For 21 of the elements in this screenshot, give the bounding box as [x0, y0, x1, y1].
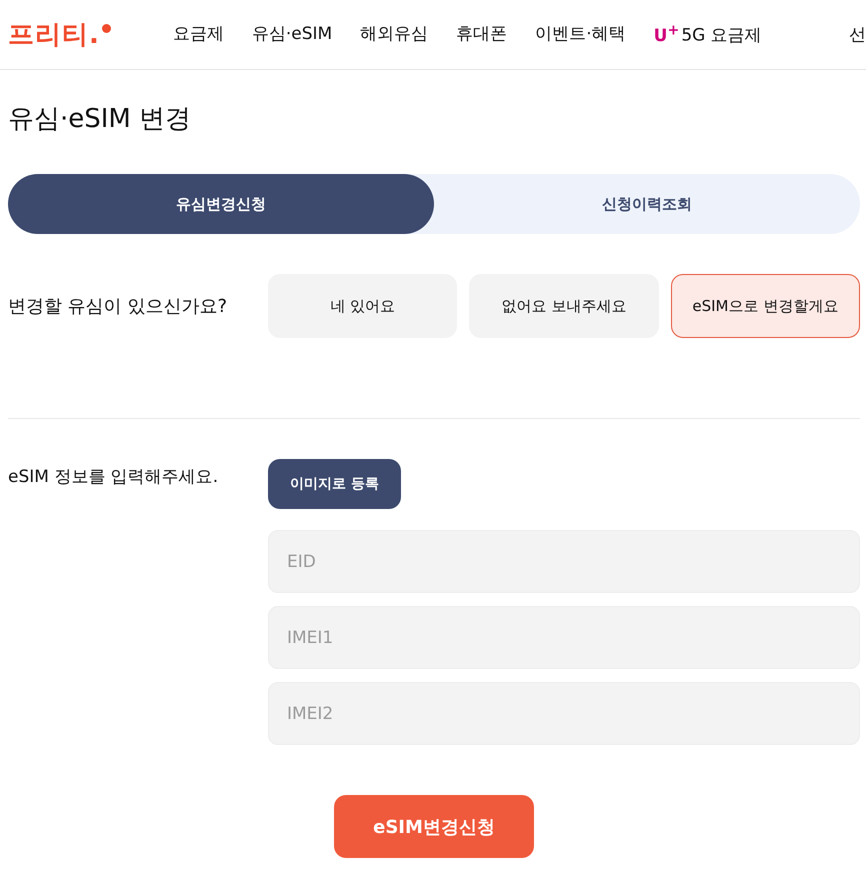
page-title: 유심·eSIM 변경 — [8, 103, 192, 136]
input-field[interactable]: IMEI1 — [268, 606, 860, 669]
nav-link[interactable]: 선 — [849, 23, 866, 46]
input-field[interactable]: EID — [268, 530, 860, 593]
question-label: 변경할 유심이 있으신가요? — [8, 295, 228, 318]
logo[interactable]: 프리티. — [8, 22, 111, 48]
nav-link[interactable]: 휴대폰 — [456, 22, 508, 47]
nav-link[interactable]: 해외유심 — [360, 22, 428, 47]
option-button[interactable]: 네 있어요 — [268, 274, 458, 338]
tab[interactable]: 유심변경신청 — [8, 174, 434, 234]
tab[interactable]: 신청이력조회 — [434, 174, 860, 234]
option-button[interactable]: 없어요 보내주세요 — [469, 274, 659, 338]
nav-link[interactable]: 유심·eSIM — [252, 22, 332, 47]
section-label: eSIM 정보를 입력해주세요. — [8, 466, 220, 488]
nav-link[interactable]: U$^{+}$5G 요금제 — [654, 22, 762, 47]
nav-link[interactable]: 요금제 — [172, 22, 224, 47]
image-upload-button[interactable]: 이미지로 등록 — [268, 459, 401, 509]
dot-icon — [102, 24, 111, 32]
option-button[interactable]: eSIM으로 변경할게요 — [670, 274, 860, 338]
input-field[interactable]: IMEI2 — [268, 682, 860, 745]
nav-link[interactable]: 이벤트·혜택 — [535, 22, 626, 47]
